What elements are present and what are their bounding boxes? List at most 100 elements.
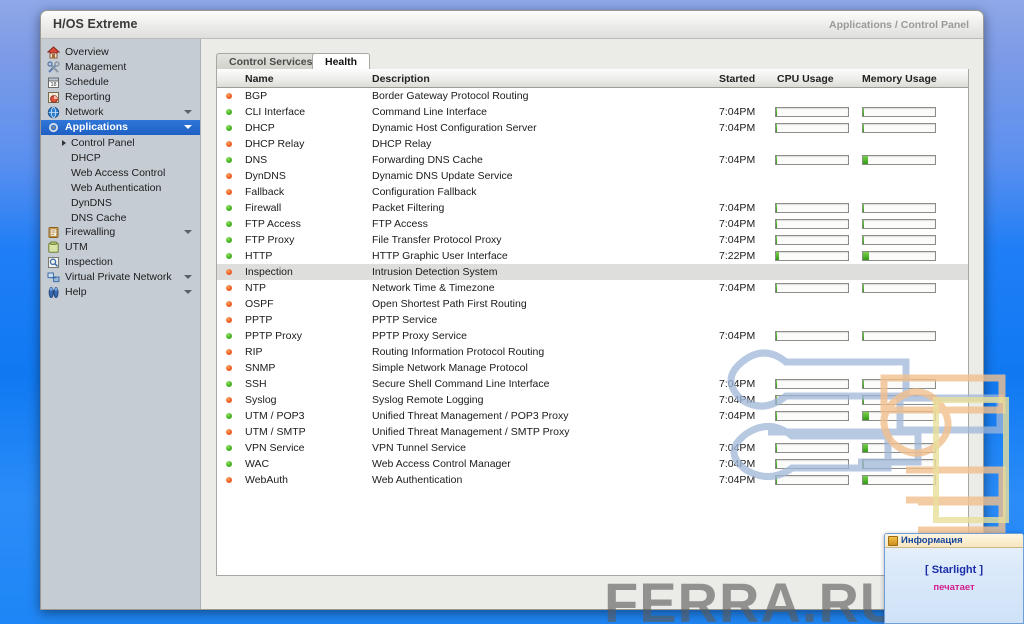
table-row[interactable]: UTM / SMTPUnified Threat Management / SM… <box>217 424 968 440</box>
cell-description: Web Authentication <box>372 474 462 486</box>
ferra-watermark: FERRA.RU <box>604 570 901 624</box>
cell-description: Dynamic Host Configuration Server <box>372 122 537 134</box>
table-row[interactable]: FTP ProxyFile Transfer Protocol Proxy7:0… <box>217 232 968 248</box>
column-header-name[interactable]: Name <box>245 73 274 85</box>
vpn-icon <box>47 271 60 284</box>
sidebar-item-applications[interactable]: Applications <box>41 120 200 135</box>
chevron-down-icon[interactable] <box>184 290 192 294</box>
column-header-description[interactable]: Description <box>372 73 430 85</box>
cell-name: FTP Proxy <box>245 234 294 246</box>
table-row[interactable]: BGPBorder Gateway Protocol Routing <box>217 88 968 104</box>
table-row[interactable]: PPTP ProxyPPTP Proxy Service7:04PM <box>217 328 968 344</box>
cell-description: Open Shortest Path First Routing <box>372 298 527 310</box>
table-row[interactable]: SNMP Simple Network Manage Protocol <box>217 360 968 376</box>
shield-box-icon <box>47 241 60 254</box>
table-row[interactable]: DNSForwarding DNS Cache7:04PM <box>217 152 968 168</box>
sidebar-item-network[interactable]: Network <box>41 105 200 120</box>
status-running-icon <box>226 461 232 467</box>
table-row[interactable]: FallbackConfiguration Fallback <box>217 184 968 200</box>
notification-popup[interactable]: Информация [ Starlight ] печатает <box>884 533 1024 624</box>
status-stopped-icon <box>226 429 232 435</box>
notification-status: печатает <box>885 582 1023 593</box>
sidebar-subitem-dhcp[interactable]: DHCP <box>41 150 200 165</box>
sidebar-item-inspection[interactable]: Inspection <box>41 255 200 270</box>
table-row[interactable]: RIPRouting Information Protocol Routing <box>217 344 968 360</box>
table-row[interactable]: SSHSecure Shell Command Line Interface7:… <box>217 376 968 392</box>
chevron-down-icon[interactable] <box>184 230 192 234</box>
cpu-usage-bar <box>775 459 849 469</box>
notification-title-text: Информация <box>901 535 963 546</box>
cpu-usage-bar <box>775 235 849 245</box>
cell-name: FTP Access <box>245 218 301 230</box>
cell-name: Inspection <box>245 266 293 278</box>
sidebar-subitem-control-panel[interactable]: Control Panel <box>41 135 200 150</box>
chevron-down-icon[interactable] <box>184 275 192 279</box>
application-window: H/OS Extreme Applications / Control Pane… <box>40 10 984 610</box>
table-row[interactable]: HTTPHTTP Graphic User Interface7:22PM <box>217 248 968 264</box>
sidebar-item-help[interactable]: Help <box>41 285 200 300</box>
cell-name: WebAuth <box>245 474 288 486</box>
sidebar-subitem-label: DHCP <box>71 152 101 164</box>
table-row[interactable]: CLI InterfaceCommand Line Interface7:04P… <box>217 104 968 120</box>
sidebar-nav-bottom: FirewallingUTMInspectionVirtual Private … <box>41 225 200 300</box>
cell-started: 7:04PM <box>719 474 755 486</box>
cell-started: 7:04PM <box>719 330 755 342</box>
sidebar-item-firewalling[interactable]: Firewalling <box>41 225 200 240</box>
chevron-down-icon[interactable] <box>184 110 192 114</box>
sidebar-item-management[interactable]: Management <box>41 60 200 75</box>
column-header-started[interactable]: Started <box>719 73 755 85</box>
cell-description: Unified Threat Management / POP3 Proxy <box>372 410 569 422</box>
table-row[interactable]: WACWeb Access Control Manager7:04PM <box>217 456 968 472</box>
table-row[interactable]: FTP AccessFTP Access7:04PM <box>217 216 968 232</box>
table-row[interactable]: DHCP RelayDHCP Relay <box>217 136 968 152</box>
cell-description: Border Gateway Protocol Routing <box>372 90 528 102</box>
cell-started: 7:04PM <box>719 106 755 118</box>
cell-description: Command Line Interface <box>372 106 487 118</box>
status-running-icon <box>226 125 232 131</box>
chevron-down-icon[interactable] <box>184 125 192 129</box>
cell-description: Network Time & Timezone <box>372 282 495 294</box>
column-header-cpu-usage[interactable]: CPU Usage <box>777 73 834 85</box>
table-row[interactable]: WebAuth Web Authentication 7:04PM <box>217 472 968 488</box>
sidebar-subitem-label: Web Access Control <box>71 167 165 179</box>
status-running-icon <box>226 333 232 339</box>
cell-name: DynDNS <box>245 170 286 182</box>
magnifier-icon <box>47 256 60 269</box>
column-header-memory-usage[interactable]: Memory Usage <box>862 73 937 85</box>
table-row[interactable]: DynDNSDynamic DNS Update Service <box>217 168 968 184</box>
status-running-icon <box>226 413 232 419</box>
sidebar-subitem-web-access-control[interactable]: Web Access Control <box>41 165 200 180</box>
table-row[interactable]: UTM / POP3Unified Threat Management / PO… <box>217 408 968 424</box>
cell-description: Unified Threat Management / SMTP Proxy <box>372 426 569 438</box>
table-header-row: Name Description Started CPU Usage Memor… <box>217 69 968 88</box>
table-row[interactable]: DHCPDynamic Host Configuration Server7:0… <box>217 120 968 136</box>
sidebar-item-schedule[interactable]: 18Schedule <box>41 75 200 90</box>
status-running-icon <box>226 221 232 227</box>
sidebar-item-reporting[interactable]: Reporting <box>41 90 200 105</box>
tab-control-services[interactable]: Control Services <box>216 53 325 70</box>
sidebar-item-utm[interactable]: UTM <box>41 240 200 255</box>
memory-usage-bar <box>862 123 936 133</box>
info-icon <box>888 536 898 546</box>
tab-health[interactable]: Health <box>312 53 370 70</box>
table-row[interactable]: PPTPPPTP Service <box>217 312 968 328</box>
cell-description: Simple Network Manage Protocol <box>372 362 528 374</box>
cell-name: SNMP <box>245 362 275 374</box>
tools-icon <box>47 61 60 74</box>
sidebar-subitem-dyndns[interactable]: DynDNS <box>41 195 200 210</box>
table-row[interactable]: FirewallPacket Filtering7:04PM <box>217 200 968 216</box>
table-row[interactable]: OSPFOpen Shortest Path First Routing <box>217 296 968 312</box>
sidebar-item-overview[interactable]: Overview <box>41 45 200 60</box>
sidebar-subitem-dns-cache[interactable]: DNS Cache <box>41 210 200 225</box>
table-row[interactable]: InspectionIntrusion Detection System <box>217 264 968 280</box>
memory-usage-bar <box>862 459 936 469</box>
sidebar-item-label: Inspection <box>65 255 113 270</box>
sidebar-subitem-web-authentication[interactable]: Web Authentication <box>41 180 200 195</box>
sidebar-item-virtual-private-network[interactable]: Virtual Private Network <box>41 270 200 285</box>
sidebar: OverviewManagement18ScheduleReportingNet… <box>41 39 201 609</box>
table-row[interactable]: VPN ServiceVPN Tunnel Service7:04PM <box>217 440 968 456</box>
health-panel: Name Description Started CPU Usage Memor… <box>216 69 969 576</box>
cell-started: 7:04PM <box>719 458 755 470</box>
table-row[interactable]: SyslogSyslog Remote Logging7:04PM <box>217 392 968 408</box>
table-row[interactable]: NTPNetwork Time & Timezone7:04PM <box>217 280 968 296</box>
